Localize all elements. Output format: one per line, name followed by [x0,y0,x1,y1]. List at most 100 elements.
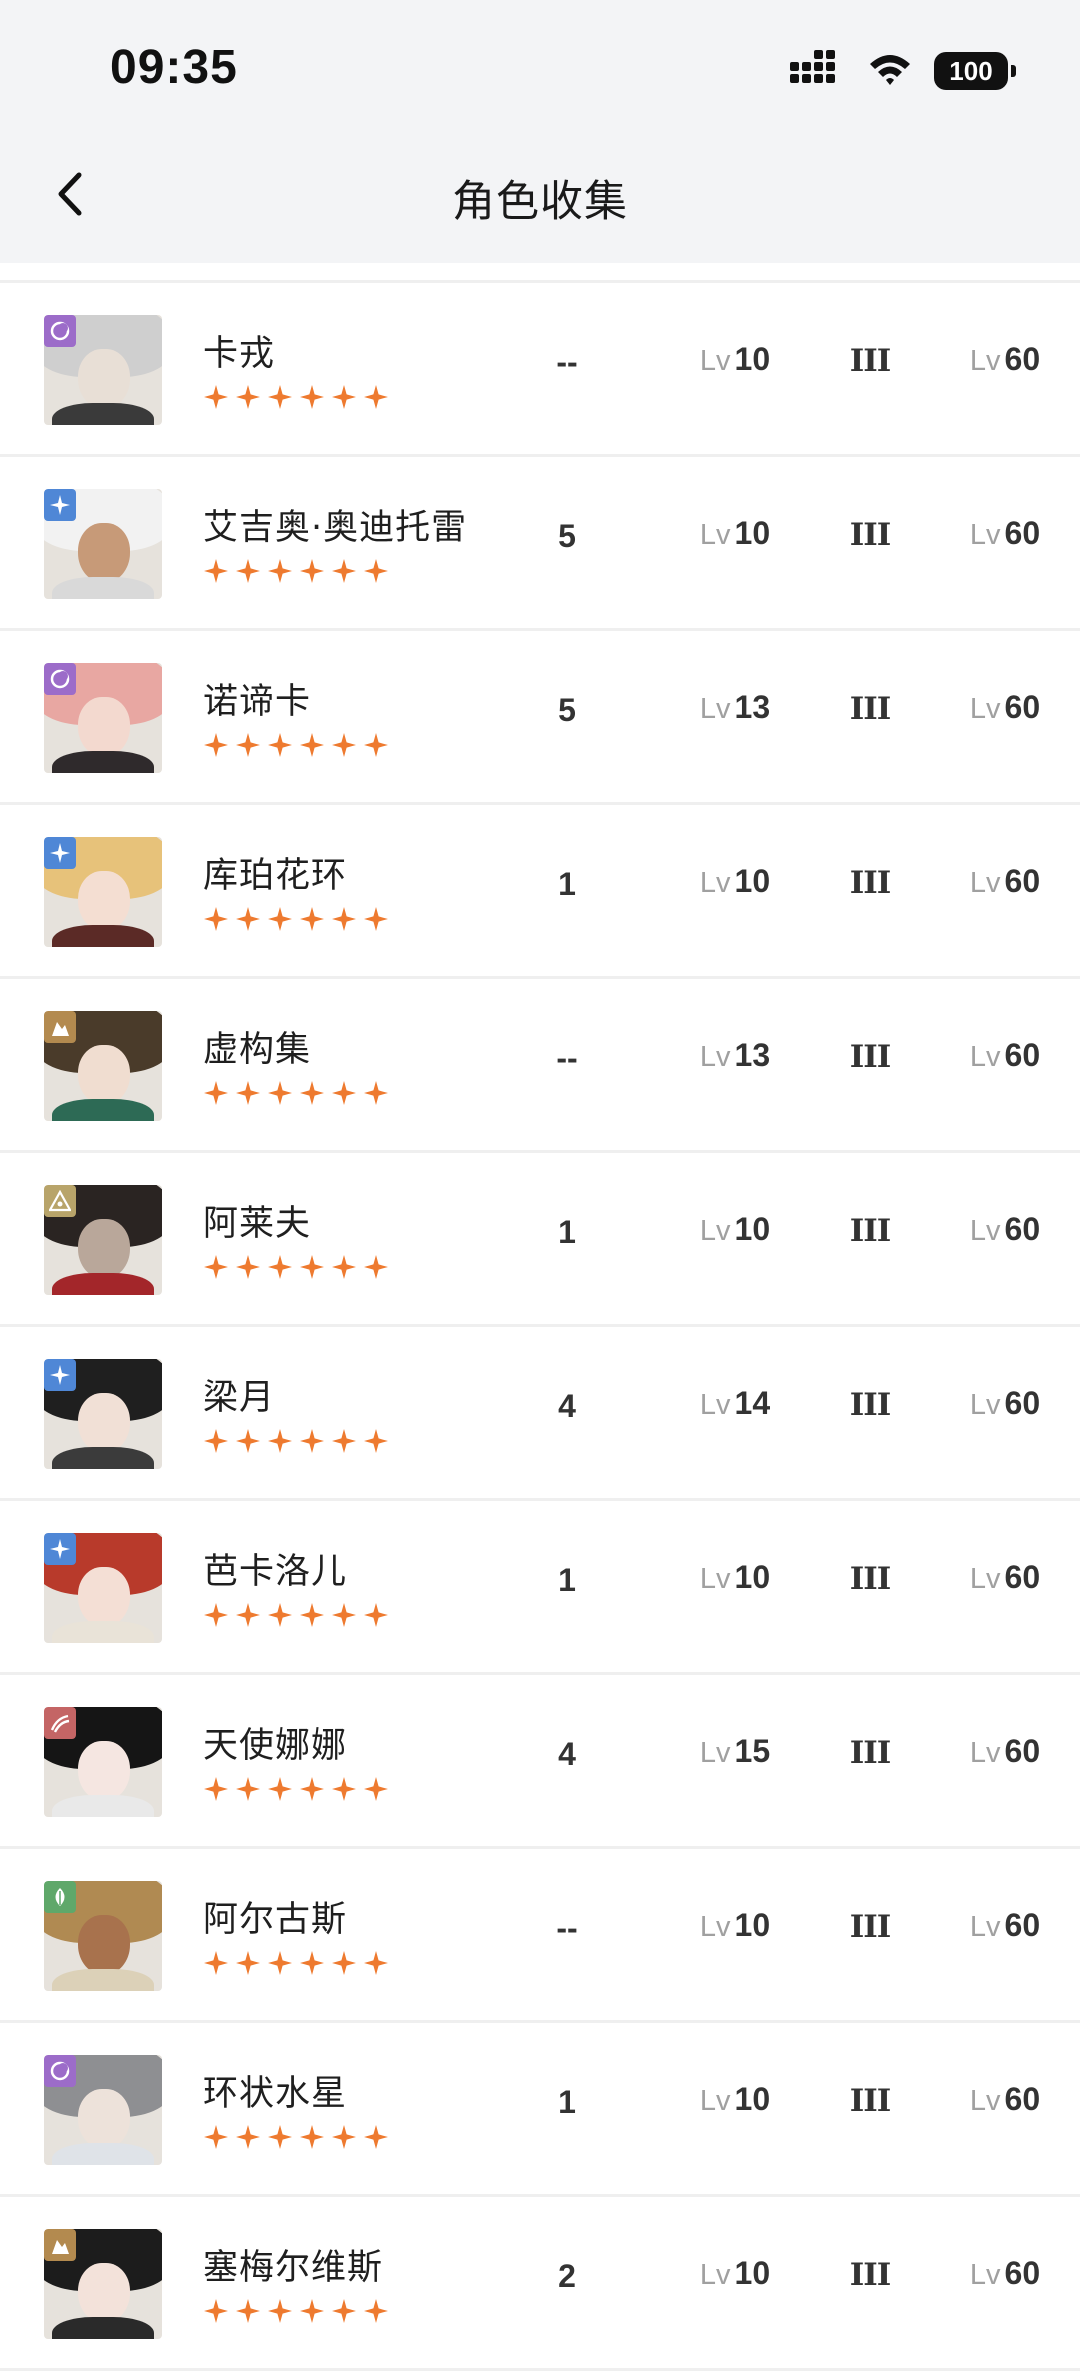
character-row[interactable]: 虚构集 -- Lv 13 III Lv 60 [0,979,1080,1153]
star-icon [299,1950,325,1976]
star-icon [299,1428,325,1454]
max-level: Lv 60 [940,1907,1070,1944]
level-prefix: Lv [699,867,731,899]
header-bar: 09:35 100 角色收集 [0,0,1080,263]
level-value: 10 [734,1907,771,1943]
character-row[interactable]: 芭卡洛儿 1 Lv 10 III Lv 60 [0,1501,1080,1675]
max-level-value: 60 [1004,863,1041,899]
insight-rank: III [849,1387,892,1423]
character-avatar [44,1533,162,1643]
character-row[interactable]: 环状水星 1 Lv 10 III Lv 60 [0,2023,1080,2197]
rarity-stars [203,1950,389,1976]
potential-value: 1 [558,866,576,902]
potential-value: 1 [558,1562,576,1598]
character-row[interactable]: 梁月 4 Lv 14 III Lv 60 [0,1327,1080,1501]
star-icon [203,1950,229,1976]
max-level-prefix: Lv [969,519,1001,551]
star-element-icon [44,837,76,869]
star-icon [363,1602,389,1628]
max-level: Lv 60 [940,689,1070,726]
rarity-stars [203,2298,389,2324]
insight-rank: III [849,2083,892,2119]
star-icon [235,2298,261,2324]
level-prefix: Lv [699,693,731,725]
star-icon [267,732,293,758]
max-level: Lv 60 [940,2081,1070,2118]
star-icon [267,1602,293,1628]
max-level-prefix: Lv [969,2259,1001,2291]
character-avatar [44,1185,162,1295]
character-name: 梁月 [203,1378,276,1418]
star-icon [363,2298,389,2324]
star-icon [235,1776,261,1802]
level-prefix: Lv [699,1911,731,1943]
character-row[interactable]: 阿莱夫 1 Lv 10 III Lv 60 [0,1153,1080,1327]
insight-rank: III [849,517,892,553]
star-icon [267,384,293,410]
potential-value: 4 [558,1388,576,1424]
character-row[interactable]: 天使娜娜 4 Lv 15 III Lv 60 [0,1675,1080,1849]
character-row[interactable]: 艾吉奥·奥迪托雷 5 Lv 10 III Lv 60 [0,457,1080,631]
star-element-icon [44,1533,76,1565]
star-icon [203,558,229,584]
level-prefix: Lv [699,2085,731,2117]
star-icon [363,558,389,584]
character-row[interactable]: 阿尔古斯 -- Lv 10 III Lv 60 [0,1849,1080,2023]
star-icon [235,558,261,584]
star-icon [331,2124,357,2150]
star-icon [203,1602,229,1628]
potential-value: 5 [558,518,576,554]
character-name: 虚构集 [203,1030,312,1070]
character-level: Lv 14 [670,1385,800,1422]
level-value: 13 [734,1037,771,1073]
star-icon [363,384,389,410]
level-value: 10 [734,2255,771,2291]
star-icon [299,1602,325,1628]
star-icon [267,1776,293,1802]
potential-value: 4 [558,1736,576,1772]
level-value: 10 [734,1559,771,1595]
max-level-value: 60 [1004,515,1041,551]
character-row[interactable]: 塞梅尔维斯 2 Lv 10 III Lv 60 [0,2197,1080,2371]
star-icon [235,384,261,410]
max-level-value: 60 [1004,689,1041,725]
max-level-value: 60 [1004,2255,1041,2291]
insight-rank: III [849,1735,892,1771]
star-icon [331,1776,357,1802]
star-icon [299,1080,325,1106]
character-row[interactable]: 卡戎 -- Lv 10 III Lv 60 [0,283,1080,457]
star-icon [267,2298,293,2324]
rarity-stars [203,1776,389,1802]
character-row[interactable]: 诺谛卡 5 Lv 13 III Lv 60 [0,631,1080,805]
max-level-value: 60 [1004,1907,1041,1943]
star-icon [331,384,357,410]
max-level-prefix: Lv [969,2085,1001,2117]
max-level-prefix: Lv [969,693,1001,725]
battery-icon: 100 [934,52,1016,90]
character-avatar [44,1707,162,1817]
max-level-value: 60 [1004,1037,1041,1073]
star-icon [203,384,229,410]
character-name: 阿莱夫 [203,1204,312,1244]
level-prefix: Lv [699,1389,731,1421]
star-icon [235,1254,261,1280]
mineral-element-icon [44,1011,76,1043]
star-icon [235,1428,261,1454]
level-prefix: Lv [699,519,731,551]
character-level: Lv 10 [670,2081,800,2118]
insight-rank: III [849,1909,892,1945]
star-icon [203,906,229,932]
rarity-stars [203,1080,389,1106]
character-avatar [44,1359,162,1469]
potential-value: -- [556,1910,578,1946]
character-list: 卡戎 -- Lv 10 III Lv 60 艾吉奥·奥迪托雷 5 Lv 10 III … [0,280,1080,2371]
max-level-prefix: Lv [969,867,1001,899]
character-row[interactable]: 库珀花环 1 Lv 10 III Lv 60 [0,805,1080,979]
star-icon [203,1428,229,1454]
character-name: 环状水星 [203,2074,348,2114]
star-icon [363,1950,389,1976]
max-level: Lv 60 [940,2255,1070,2292]
character-avatar [44,489,162,599]
star-icon [331,1428,357,1454]
star-element-icon [44,489,76,521]
